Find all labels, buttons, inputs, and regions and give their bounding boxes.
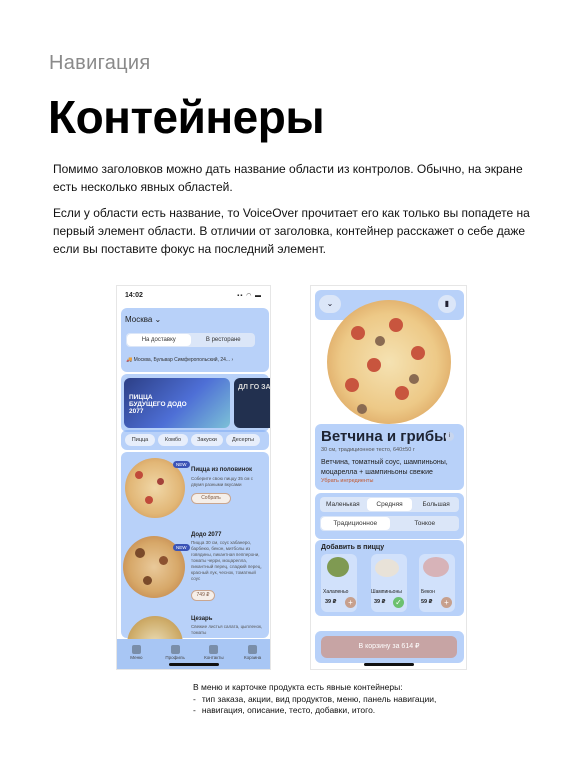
- chevron-right-icon: ›: [231, 357, 234, 363]
- item-description: Пицца 30 см, соус хабанеро, барбекю, бек…: [191, 540, 262, 581]
- addon-price: 59 ₽: [421, 599, 433, 605]
- category-desserts[interactable]: Десерты: [226, 434, 260, 446]
- caption: В меню и карточке продукта есть явные ко…: [193, 682, 436, 717]
- caption-item: навигация, описание, тесто, добавки, ито…: [193, 705, 436, 717]
- item-description: Соберите свою пиццу 35 см с двумя разным…: [191, 476, 253, 487]
- caption-item: тип заказа, акции, вид продуктов, меню, …: [193, 694, 437, 706]
- tab-label: Профиль: [165, 655, 185, 660]
- share-icon[interactable]: ▮: [438, 295, 456, 313]
- city-label: Москва: [125, 315, 153, 324]
- new-badge: NEW: [173, 544, 190, 551]
- order-type-segmented[interactable]: На доставку В ресторане: [126, 333, 255, 347]
- caption-list: тип заказа, акции, вид продуктов, меню, …: [193, 694, 437, 717]
- category-pizza[interactable]: Пицца: [125, 434, 155, 446]
- size-small[interactable]: Маленькая: [320, 497, 366, 512]
- addon-name: Шампиньоны: [371, 589, 402, 595]
- tab-label: Корзина: [244, 655, 262, 660]
- status-time: 14:02: [125, 292, 143, 299]
- promo-banner-text: ПИЦЦА БУДУЩЕГО ДОДО 2077: [129, 394, 187, 415]
- page-title: Контейнеры: [48, 91, 325, 143]
- close-chevron-down-icon[interactable]: ⌄: [319, 295, 341, 313]
- add-plus-icon[interactable]: +: [345, 597, 356, 608]
- addon-price: 39 ₽: [374, 599, 386, 605]
- home-indicator: [169, 663, 219, 666]
- item-title: Цезарь: [191, 616, 213, 622]
- remove-ingredients-link[interactable]: Убрать ингредиенты: [321, 478, 373, 484]
- size-medium[interactable]: Средняя: [366, 498, 413, 511]
- user-icon: [170, 645, 180, 654]
- item-price-button[interactable]: 749 ₽: [191, 590, 215, 601]
- promo-banner-2-text: ДЛ ГО ЗА: [238, 384, 271, 391]
- pizza-icon: [131, 645, 141, 654]
- tab-menu[interactable]: Меню: [117, 641, 156, 669]
- tab-label: Меню: [130, 655, 143, 660]
- product-title: Ветчина и грибы: [321, 428, 447, 445]
- product-description: Ветчина, томатный соус, шампиньоны, моца…: [321, 459, 448, 476]
- item-description: Свежие листья салата, цыпленок, томаты: [191, 624, 263, 635]
- tab-label: Контакты: [204, 655, 224, 660]
- product-screen-mockup: ⌄ ▮ Ветчина и грибы i 30 см, традиционно…: [310, 285, 467, 670]
- section-kicker: Навигация: [49, 52, 151, 74]
- tab-delivery[interactable]: На доставку: [127, 334, 191, 346]
- jalapeno-image: [327, 557, 349, 577]
- detail-paragraph: Если у области есть название, то VoiceOv…: [53, 206, 530, 256]
- tab-restaurant[interactable]: В ресторане: [192, 333, 256, 347]
- dough-thin[interactable]: Тонкое: [391, 516, 460, 531]
- tab-cart[interactable]: Корзина: [233, 641, 270, 669]
- item-title: Пицца из половинок: [191, 467, 252, 473]
- location-icon: 🚚: [126, 357, 133, 363]
- pizza-image: [327, 300, 451, 424]
- bacon-image: [423, 557, 449, 577]
- caption-intro: В меню и карточке продукта есть явные ко…: [193, 682, 403, 692]
- location-pin-icon: [209, 645, 219, 654]
- addons-title: Добавить в пиццу: [321, 544, 385, 551]
- status-icons: ▪▪ ◠ ▬: [237, 293, 262, 299]
- info-icon[interactable]: i: [445, 432, 454, 441]
- category-combo[interactable]: Комбо: [158, 434, 188, 446]
- address-text: Москва, Бульвар Симферопольский, 24...: [133, 357, 231, 363]
- city-selector[interactable]: Москва ⌄: [125, 315, 161, 324]
- addon-name: Бекон: [421, 589, 435, 595]
- addon-name: Халапеньо: [323, 589, 349, 595]
- home-indicator: [364, 663, 414, 666]
- add-to-cart-button[interactable]: В корзину за 614 ₽: [321, 636, 457, 658]
- size-segmented[interactable]: Маленькая Средняя Большая: [320, 497, 459, 512]
- new-badge: NEW: [173, 461, 190, 468]
- delivery-address[interactable]: 🚚 Москва, Бульвар Симферопольский, 24...…: [126, 357, 261, 363]
- item-title: Додо 2077: [191, 532, 222, 538]
- category-snacks[interactable]: Закуски: [191, 434, 223, 446]
- checkmark-icon[interactable]: ✓: [393, 597, 404, 608]
- cart-icon: [248, 645, 258, 654]
- dough-segmented[interactable]: Традиционное Тонкое: [320, 516, 459, 531]
- dough-traditional[interactable]: Традиционное: [321, 517, 390, 530]
- menu-screen-mockup: 14:02 ▪▪ ◠ ▬ Москва ⌄ На доставку В рест…: [116, 285, 271, 670]
- mushroom-image: [375, 559, 399, 577]
- addon-price: 39 ₽: [325, 599, 337, 605]
- add-plus-icon[interactable]: +: [441, 597, 452, 608]
- intro-paragraph: Помимо заголовков можно дать название об…: [53, 162, 523, 194]
- item-build-button[interactable]: Собрать: [191, 493, 231, 504]
- chevron-down-icon: ⌄: [154, 315, 162, 324]
- size-large[interactable]: Большая: [413, 497, 459, 512]
- product-subtitle: 30 см, традиционное тесто, 640±50 г: [321, 447, 415, 453]
